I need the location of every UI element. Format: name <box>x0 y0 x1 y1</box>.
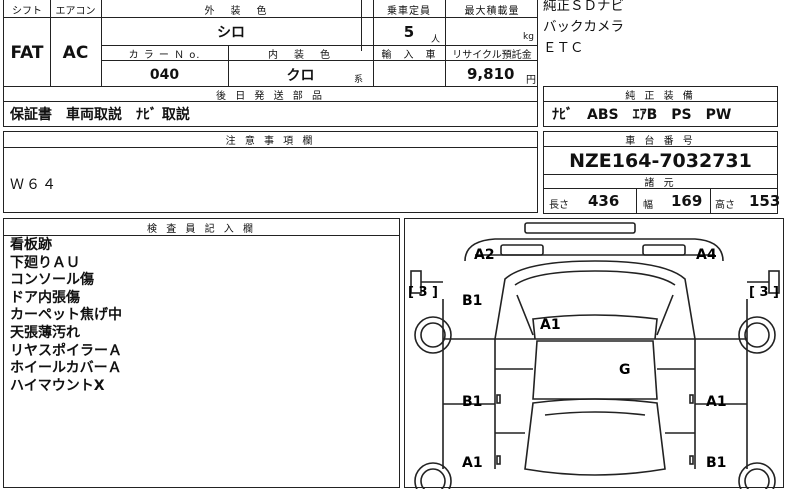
aircon-value: AC <box>62 43 89 63</box>
interior-color-label: 内 装 色 <box>268 49 333 61</box>
max-load-unit: kg <box>523 32 534 42</box>
height-label: 高さ <box>715 200 735 211</box>
specs-label: 諸 元 <box>644 178 677 189</box>
import-label: 輸 入 車 <box>381 49 437 61</box>
recycle-label: リサイクル預託金 <box>452 49 532 61</box>
chassis-number: NZE164-7032731 <box>569 149 752 172</box>
remark-line: ドア内張傷 <box>10 289 80 306</box>
damage-mark: A1 <box>462 455 483 471</box>
width-label: 幅 <box>643 200 653 211</box>
notes-box: 注 意 事 項 欄 Ｗ６４ <box>3 131 538 213</box>
capacity-label: 乗車定員 <box>387 6 431 17</box>
capacity-unit: 人 <box>431 35 441 45</box>
later-parts-box: 後 日 発 送 部 品 保証書 車両取説 ﾅﾋﾞ 取説 <box>3 86 538 127</box>
recycle-value: 9,810 <box>467 65 515 83</box>
inspector-remarks: 看板跡 下廻りＡＵ コンソール傷 ドア内張傷 カーペット焦げ中 天張薄汚れ リヤ… <box>10 237 122 395</box>
left-bracket-note: [ 3 ] <box>408 285 438 300</box>
damage-mark: B1 <box>462 394 482 410</box>
chassis-label: 車 台 番 号 <box>625 135 696 147</box>
damage-mark: A2 <box>474 247 495 263</box>
damage-mark: A1 <box>706 394 727 410</box>
shift-label: シフト <box>12 6 42 17</box>
options-list: 純正ＳＤナビ バックカメラ ＥＴＣ <box>543 0 788 86</box>
height-value: 153 <box>749 192 781 210</box>
remark-line: カーペット焦げ中 <box>10 307 122 324</box>
color-no-value: 040 <box>149 66 180 83</box>
remark-line: コンソール傷 <box>10 272 94 289</box>
length-label: 長さ <box>549 200 569 211</box>
remark-line: 下廻りＡＵ <box>10 254 80 271</box>
interior-color-suffix: 系 <box>354 75 364 85</box>
exterior-color-value: シロ <box>217 24 245 41</box>
width-value: 169 <box>671 192 703 210</box>
damage-mark: B1 <box>706 455 726 471</box>
notes-value: Ｗ６４ <box>10 177 58 193</box>
remark-line: ハイマウントX <box>10 377 105 394</box>
remark-line: リヤスポイラーＡ <box>10 342 122 359</box>
later-parts-value: 保証書 車両取説 ﾅﾋﾞ 取説 <box>10 107 190 123</box>
aircon-label: エアコン <box>55 6 96 17</box>
remark-line: 天張薄汚れ <box>10 324 80 341</box>
damage-mark: A4 <box>696 247 717 263</box>
right-bracket-note: [ 3 ] <box>749 285 779 300</box>
factory-equipment-value: ﾅﾋﾞ ABS ｴｱB PS PW <box>552 107 732 123</box>
exterior-color-label: 外 装 色 <box>204 6 270 17</box>
damage-mark: G <box>619 362 631 378</box>
car-diagram: A2 A4 B1 A1 G B1 A1 A1 B1 [ 3 ] [ 3 ] <box>408 222 780 489</box>
options-item: ＥＴＣ <box>543 40 584 56</box>
damage-mark: B1 <box>462 293 482 309</box>
inspector-box: 検 査 員 記 入 欄 看板跡 下廻りＡＵ コンソール傷 ドア内張傷 カーペット… <box>3 218 400 488</box>
color-no-label: カ ラ ー Ｎ o. <box>128 49 201 61</box>
car-diagram-box: A2 A4 B1 A1 G B1 A1 A1 B1 [ 3 ] [ 3 ] <box>404 218 784 489</box>
notes-label: 注 意 事 項 欄 <box>225 136 316 147</box>
inspector-label: 検 査 員 記 入 欄 <box>147 223 256 235</box>
damage-mark: A1 <box>540 317 561 333</box>
shift-value: FAT <box>10 43 44 63</box>
factory-equipment-label: 純 正 装 備 <box>625 90 696 102</box>
recycle-unit: 円 <box>526 75 536 86</box>
options-item: 純正ＳＤナビ <box>543 0 624 14</box>
vehicle-info-table: シフト エアコン FAT AC 外 装 色 シロ 乗車定員 5 人 最大積載量 … <box>3 0 538 87</box>
remark-line: ホイールカバーＡ <box>10 360 122 377</box>
remark-line: 看板跡 <box>10 237 52 253</box>
options-item: バックカメラ <box>543 19 624 35</box>
max-load-label: 最大積載量 <box>464 6 520 17</box>
interior-color-value: クロ <box>286 67 315 84</box>
factory-equipment-box: 純 正 装 備 ﾅﾋﾞ ABS ｴｱB PS PW <box>543 86 778 127</box>
later-parts-label: 後 日 発 送 部 品 <box>216 90 325 102</box>
chassis-box: 車 台 番 号 NZE164-7032731 諸 元 長さ 436 幅 169 … <box>543 131 781 214</box>
length-value: 436 <box>588 192 620 210</box>
